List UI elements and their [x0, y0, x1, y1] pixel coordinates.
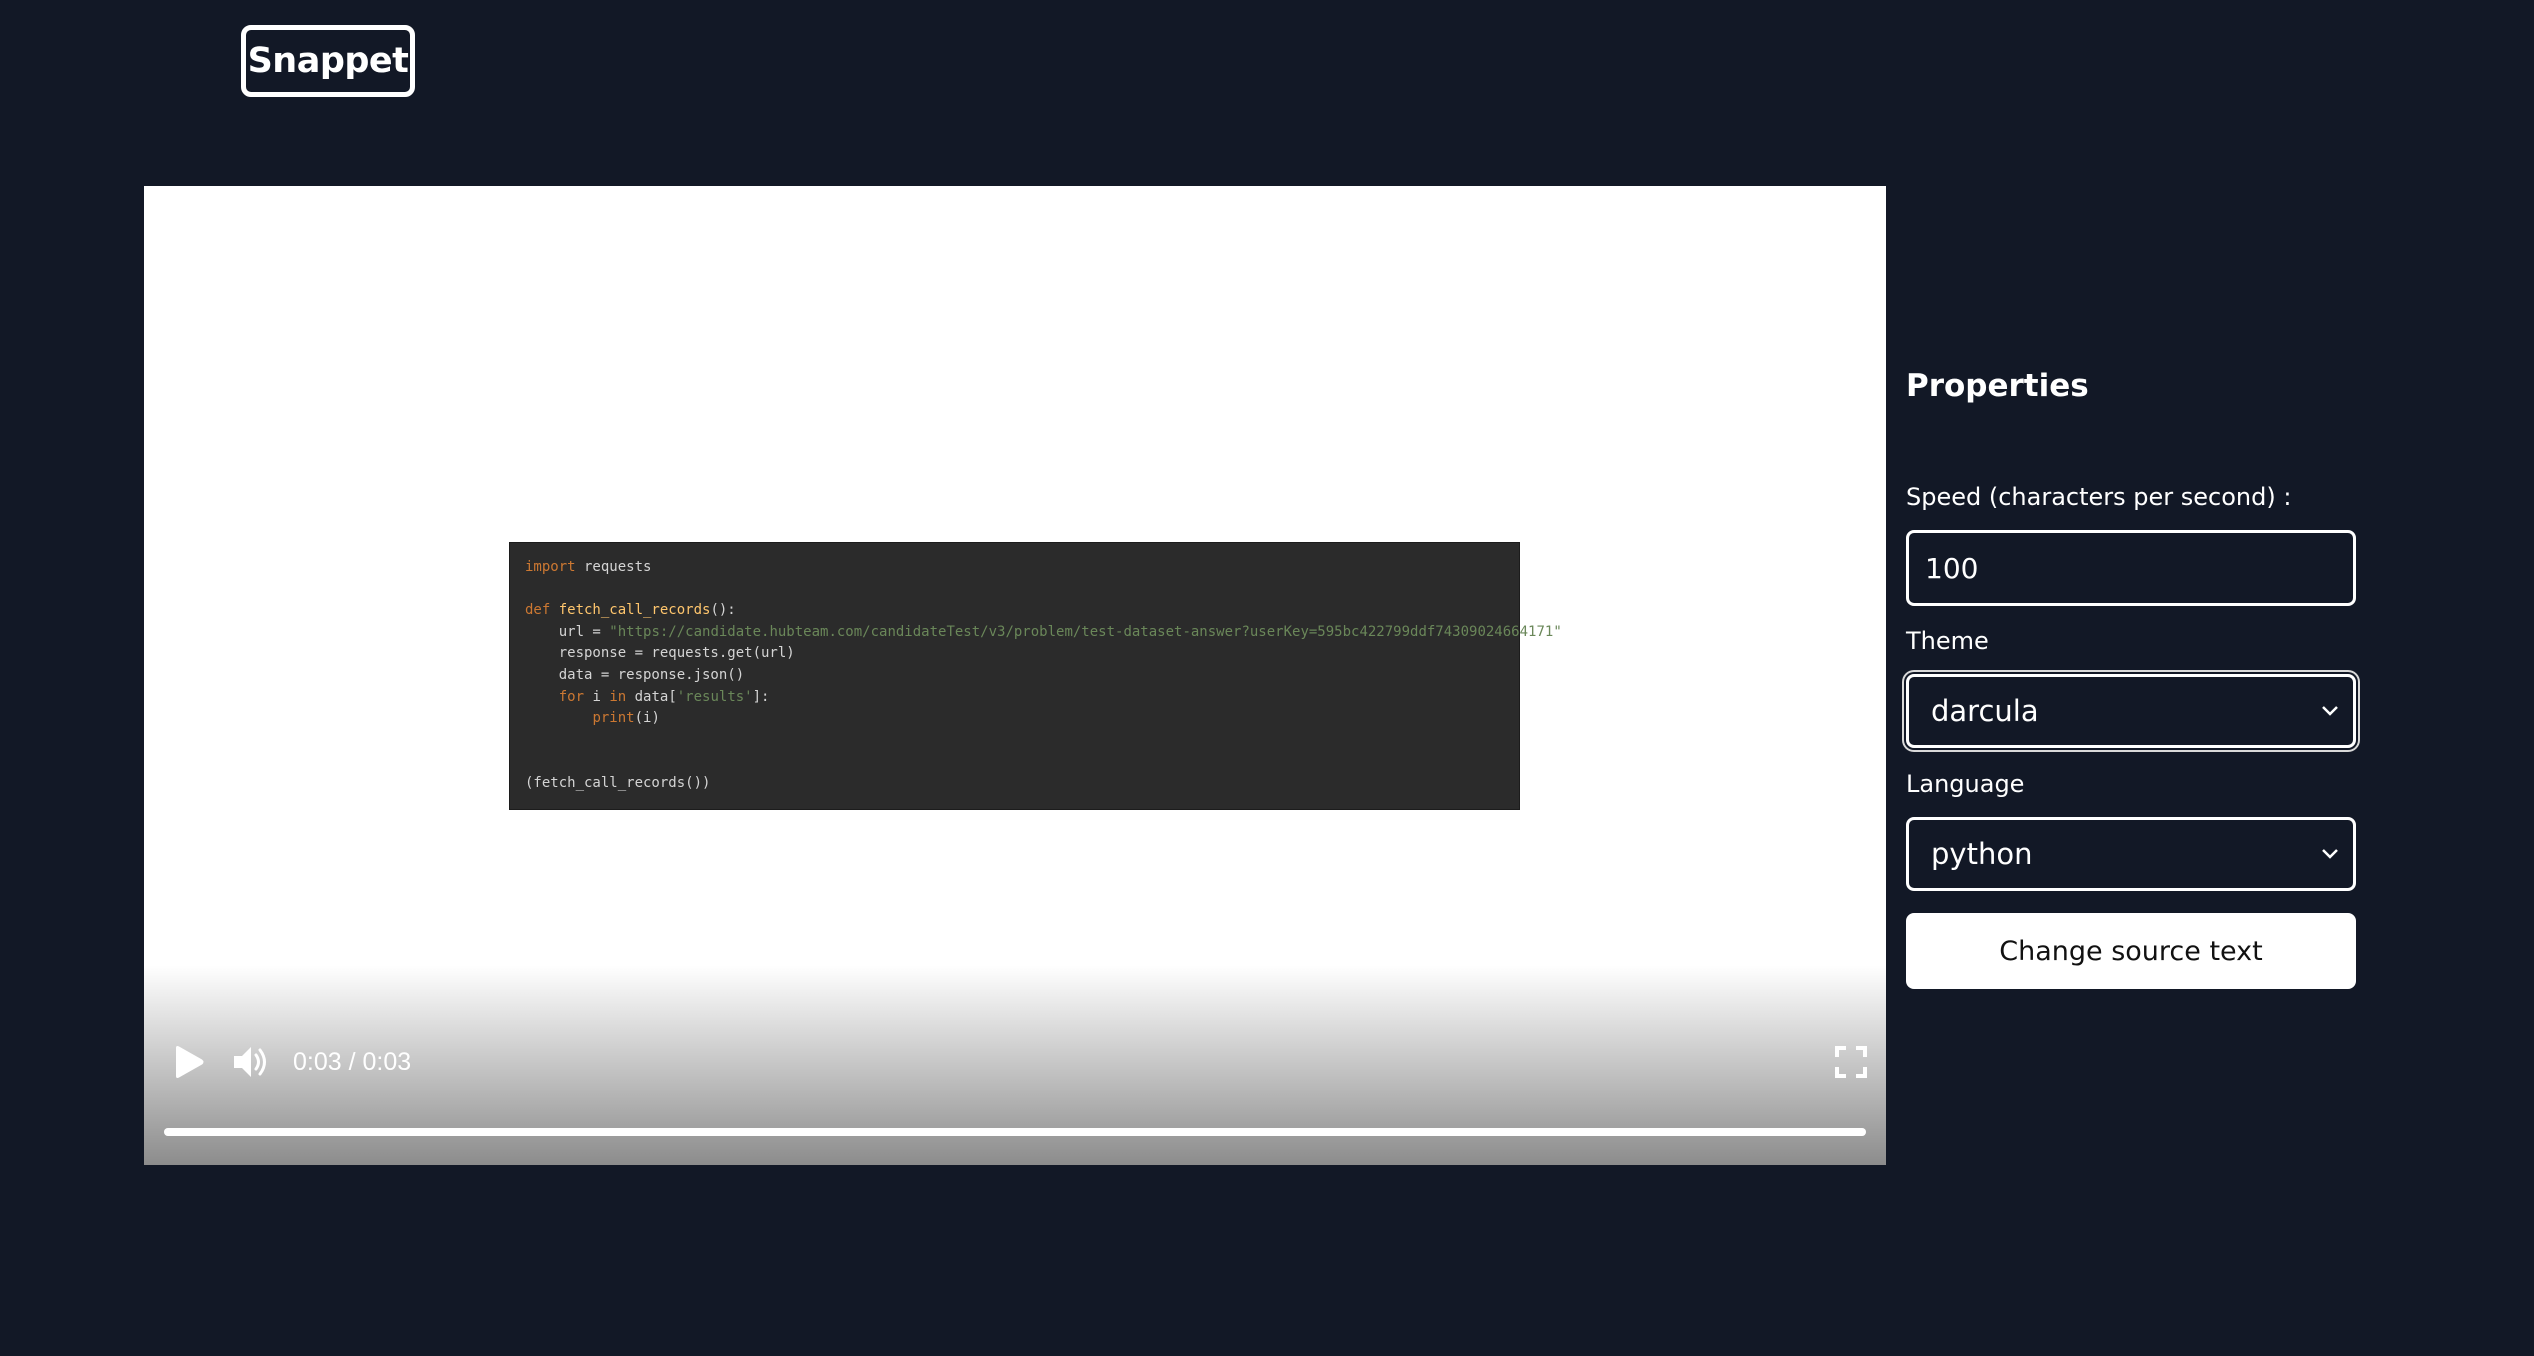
video-controls: 0:03 / 0:03: [144, 965, 1886, 1165]
code-token: print: [592, 710, 635, 727]
theme-select[interactable]: darcula: [1906, 674, 2356, 748]
fullscreen-button[interactable]: [1834, 1045, 1868, 1079]
time-display: 0:03 / 0:03: [293, 1048, 412, 1076]
code-token: ():: [710, 602, 736, 619]
code-token: fetch_call_records: [558, 602, 711, 619]
language-label: Language: [1906, 770, 2025, 798]
theme-label: Theme: [1906, 627, 1989, 655]
code-line: response = requests.get(url): [525, 643, 1504, 665]
theme-select-value: darcula: [1931, 694, 2039, 728]
code-token: (i): [634, 710, 660, 727]
play-icon: [176, 1046, 204, 1078]
code-line: print(i): [525, 708, 1504, 730]
chevron-down-icon: [2322, 849, 2338, 859]
change-source-text-button[interactable]: Change source text: [1906, 913, 2356, 989]
code-token: (fetch_call_records()): [525, 774, 711, 791]
code-line: for i in data['results']:: [525, 687, 1504, 709]
volume-icon: [234, 1047, 266, 1077]
code-token: data = response.json(): [525, 666, 745, 683]
code-token: in: [609, 688, 627, 705]
video-progress-bar[interactable]: [164, 1128, 1866, 1136]
video-player[interactable]: import requests def fetch_call_records():…: [144, 186, 1886, 1165]
fullscreen-icon: [1835, 1046, 1867, 1078]
speed-input[interactable]: [1906, 530, 2356, 606]
code-line: data = response.json(): [525, 665, 1504, 687]
code-token: import: [525, 559, 576, 575]
code-token: def: [525, 602, 559, 619]
mute-button[interactable]: [231, 1043, 271, 1081]
code-token: data[: [626, 688, 677, 705]
code-token: requests: [575, 559, 652, 575]
code-token: ]:: [752, 688, 770, 705]
code-line: def fetch_call_records():: [525, 600, 1504, 622]
language-select-value: python: [1931, 837, 2033, 871]
code-line: import requests: [525, 557, 1504, 579]
video-progress-fill: [164, 1128, 1866, 1136]
properties-title: Properties: [1906, 368, 2089, 404]
code-token: for: [558, 688, 585, 705]
code-token: 'results': [676, 688, 753, 705]
code-snippet-frame: import requests def fetch_call_records():…: [509, 542, 1562, 810]
code-line: (fetch_call_records()): [525, 773, 1504, 795]
code-token: i: [584, 688, 610, 705]
code-line: url = "https://candidate.hubteam.com/can…: [525, 622, 1562, 644]
language-select[interactable]: python: [1906, 817, 2356, 891]
code-token: response = requests.get(url): [525, 645, 795, 662]
code-token: "https://candidate.hubteam.com/candidate…: [609, 623, 1562, 640]
code-token: url =: [525, 623, 610, 640]
chevron-down-icon: [2322, 706, 2338, 716]
app-logo[interactable]: Snappet: [241, 25, 415, 97]
play-button[interactable]: [170, 1044, 206, 1080]
speed-label: Speed (characters per second) :: [1906, 483, 2292, 511]
